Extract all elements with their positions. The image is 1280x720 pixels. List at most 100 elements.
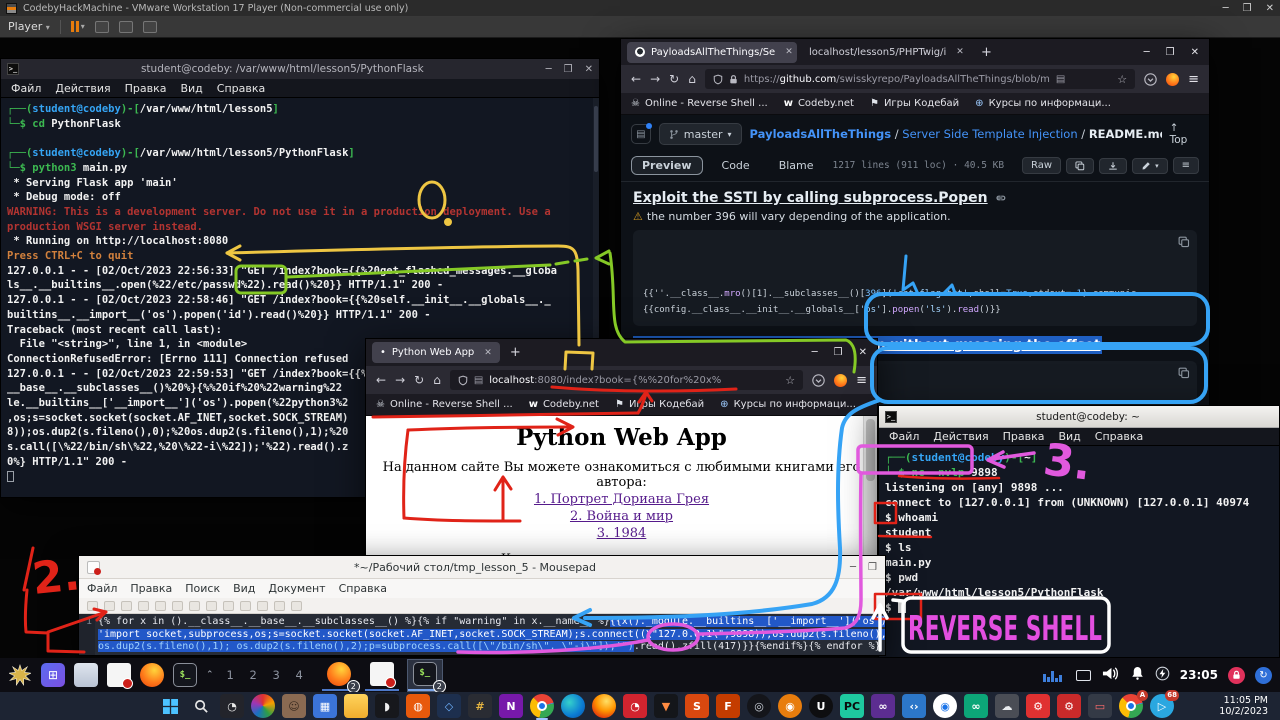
firefox-launcher-icon[interactable] xyxy=(140,663,164,687)
revert-icon[interactable] xyxy=(155,601,166,611)
taskbar-visual-studio-icon[interactable]: ∞ xyxy=(871,694,895,718)
bookmark-flag[interactable]: ⚑Игры Кодебай xyxy=(870,98,959,109)
tab-preview[interactable]: Preview xyxy=(631,156,703,175)
taskbar-filezilla-icon[interactable]: F xyxy=(716,694,740,718)
reader-view-icon[interactable]: ▤ xyxy=(1056,74,1065,85)
file-manager-icon[interactable] xyxy=(74,663,98,687)
find-icon[interactable] xyxy=(274,601,285,611)
tab-close-icon[interactable]: ✕ xyxy=(956,47,964,57)
menu-item[interactable]: Документ xyxy=(268,582,325,595)
keepass-lock-icon[interactable] xyxy=(1228,667,1245,684)
suspend-button[interactable]: ▾ xyxy=(71,21,85,32)
taskbar-file-explorer-icon[interactable] xyxy=(344,694,368,718)
menu-item[interactable]: Файл xyxy=(889,430,919,443)
power-manager-icon[interactable] xyxy=(1155,666,1170,685)
fullscreen-icon[interactable] xyxy=(119,21,133,33)
maximize-icon[interactable]: ❒ xyxy=(834,347,843,358)
tab-blame[interactable]: Blame xyxy=(769,157,824,174)
panel-expand-icon[interactable]: ⌃ xyxy=(206,670,214,680)
taskbar-shade-app-icon[interactable]: ◗ xyxy=(375,694,399,718)
tab-python-web-app[interactable]: • Python Web App ✕ xyxy=(372,342,500,363)
download-icon[interactable] xyxy=(1099,158,1127,174)
hamburger-menu-icon[interactable]: ≡ xyxy=(856,373,867,388)
taskbar-search-icon[interactable] xyxy=(189,694,213,718)
terminal-nc-output[interactable]: ┌──(student@codeby)-[~]└─$ nc -nvlp 9898… xyxy=(879,446,1279,657)
minimize-icon[interactable]: ─ xyxy=(812,347,818,358)
close-icon[interactable]: ✕ xyxy=(859,347,867,358)
code-block-subprocess-popen[interactable]: {{''.__class__.mro()[1].__subclasses__()… xyxy=(633,230,1197,326)
taskbar-pipes-app-icon[interactable]: # xyxy=(468,694,492,718)
minimize-icon[interactable]: ─ xyxy=(1144,47,1150,58)
tab-localhost-phptwig[interactable]: localhost/lesson5/PHPTwig/i ✕ xyxy=(801,42,971,63)
taskbar-portrait-app-icon[interactable]: ☺ xyxy=(282,694,306,718)
task-terminal[interactable]: $_2 xyxy=(408,660,442,691)
taskbar-maps-pin-app-icon[interactable]: ◉ xyxy=(933,694,957,718)
taskbar-obs-studio-icon[interactable]: ◎ xyxy=(747,694,771,718)
open-file-icon[interactable] xyxy=(104,601,115,611)
close-icon[interactable]: ✕ xyxy=(1191,47,1199,58)
maximize-icon[interactable]: ❒ xyxy=(1166,47,1175,58)
bookmark-star-icon[interactable]: ☆ xyxy=(1117,73,1127,86)
back-to-top-link[interactable]: ↑ Top xyxy=(1170,122,1199,146)
vmware-maximize-icon[interactable]: ❒ xyxy=(1243,3,1252,14)
copy-code-icon[interactable] xyxy=(1178,367,1190,385)
taskbar-orange-utility-app-icon[interactable]: ◍ xyxy=(406,694,430,718)
bookmark-star-icon[interactable]: ☆ xyxy=(785,374,795,387)
vmware-minimize-icon[interactable]: ─ xyxy=(1223,3,1229,14)
taskbar-teal-capture-app-icon[interactable]: ∞ xyxy=(964,694,988,718)
taskbar-start-icon[interactable] xyxy=(158,694,182,718)
forward-icon[interactable]: → xyxy=(650,72,660,86)
breadcrumb-repo[interactable]: PayloadsAllTheThings xyxy=(750,127,892,141)
maximize-icon[interactable]: ❒ xyxy=(564,64,573,75)
new-tab-button[interactable]: + xyxy=(975,45,998,60)
menu-item[interactable]: Файл xyxy=(11,82,41,95)
close-doc-icon[interactable] xyxy=(172,601,183,611)
sidebar-toggle-icon[interactable]: ▤ xyxy=(631,124,651,144)
task-mousepad[interactable] xyxy=(365,660,399,691)
copy-raw-icon[interactable] xyxy=(1066,158,1094,174)
taskbar-onenote-icon[interactable]: N xyxy=(499,694,523,718)
pocket-icon[interactable] xyxy=(812,374,825,387)
menu-item[interactable]: Поиск xyxy=(185,582,220,595)
taskbar-chrome-icon[interactable] xyxy=(530,694,554,718)
task-firefox[interactable]: 2 xyxy=(322,660,356,691)
save-as-icon[interactable] xyxy=(138,601,149,611)
vmware-close-icon[interactable]: ✕ xyxy=(1266,3,1274,14)
copy-code-icon[interactable] xyxy=(1178,236,1190,254)
forward-icon[interactable]: → xyxy=(395,373,405,387)
taskbar-monitor-app-icon[interactable]: ▭ xyxy=(1088,694,1112,718)
taskbar-telegram-icon[interactable]: ▷68 xyxy=(1150,694,1174,718)
minimize-icon[interactable]: ─ xyxy=(850,562,856,573)
taskbar-red-gear-app-1-icon[interactable]: ⚙ xyxy=(1026,694,1050,718)
update-notifier-icon[interactable]: ↻ xyxy=(1255,667,1272,684)
tab-close-icon[interactable]: ✕ xyxy=(484,348,492,358)
taskbar-unreal-engine-icon[interactable]: U xyxy=(809,694,833,718)
taskbar-gray-cloud-app-icon[interactable]: ☁ xyxy=(995,694,1019,718)
terminal-flask-titlebar[interactable]: >_ student@codeby: /var/www/html/lesson5… xyxy=(1,59,599,79)
menu-item[interactable]: Вид xyxy=(180,82,202,95)
taskbar-firefox-icon[interactable] xyxy=(592,694,616,718)
taskbar-sublime-text-icon[interactable]: S xyxy=(685,694,709,718)
bookmark-w[interactable]: wCodeby.net xyxy=(529,399,599,410)
tab-code[interactable]: Code xyxy=(712,157,760,174)
notification-bell-icon[interactable] xyxy=(1130,665,1145,685)
menu-item[interactable]: Действия xyxy=(933,430,988,443)
outline-icon[interactable]: ≡ xyxy=(1173,157,1199,174)
bookmark-skull[interactable]: ☠Online - Reverse Shell ... xyxy=(631,98,768,109)
taskbar-red-timer-app-icon[interactable]: ◔ xyxy=(623,694,647,718)
taskbar-clock[interactable]: 11:05 PM 10/2/2023 xyxy=(1219,695,1268,718)
mousepad-editor[interactable]: 1 {% for x in ().__class__.__base__.__su… xyxy=(79,614,885,655)
menu-item[interactable]: Правка xyxy=(1003,430,1045,443)
taskbar-vscode-icon[interactable]: ‹› xyxy=(902,694,926,718)
home-icon[interactable]: ⌂ xyxy=(688,72,696,86)
display-icon[interactable] xyxy=(1076,670,1091,681)
menu-item[interactable]: Правка xyxy=(125,82,167,95)
terminal-launcher-icon[interactable]: $_ xyxy=(173,663,197,687)
taskbar-carrot-app-icon[interactable]: ▼ xyxy=(654,694,678,718)
home-icon[interactable]: ⌂ xyxy=(433,373,441,387)
back-icon[interactable]: ← xyxy=(376,373,386,387)
bookmark-w[interactable]: wCodeby.net xyxy=(784,98,854,109)
firefox-account-icon[interactable] xyxy=(834,374,847,387)
book-link-3[interactable]: 3. 1984 xyxy=(366,526,877,541)
firefox-account-icon[interactable] xyxy=(1166,73,1179,86)
